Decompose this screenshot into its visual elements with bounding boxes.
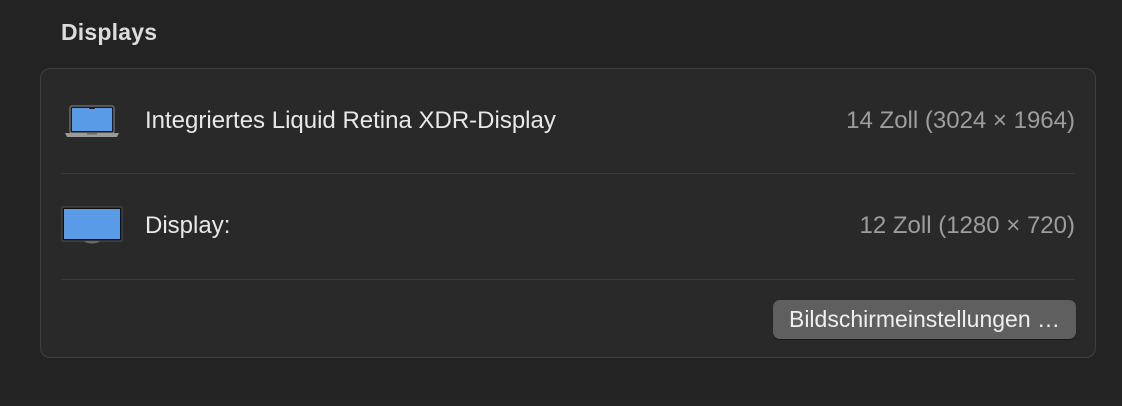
display-spec: 12 Zoll (1280 × 720)	[859, 212, 1075, 239]
display-row-external[interactable]: Display: 12 Zoll (1280 × 720)	[61, 174, 1075, 278]
display-settings-button[interactable]: Bildschirmeinstellungen …	[772, 300, 1076, 339]
monitor-icon	[61, 206, 123, 246]
row-divider	[61, 279, 1075, 280]
display-spec: 14 Zoll (3024 × 1964)	[846, 107, 1075, 134]
displays-panel: Integriertes Liquid Retina XDR-Display 1…	[40, 68, 1096, 358]
display-row-builtin[interactable]: Integriertes Liquid Retina XDR-Display 1…	[61, 69, 1075, 173]
displays-section-title: Displays	[61, 19, 158, 45]
display-name: Integriertes Liquid Retina XDR-Display	[145, 107, 556, 134]
display-name: Display:	[145, 212, 231, 239]
laptop-icon	[61, 101, 123, 141]
